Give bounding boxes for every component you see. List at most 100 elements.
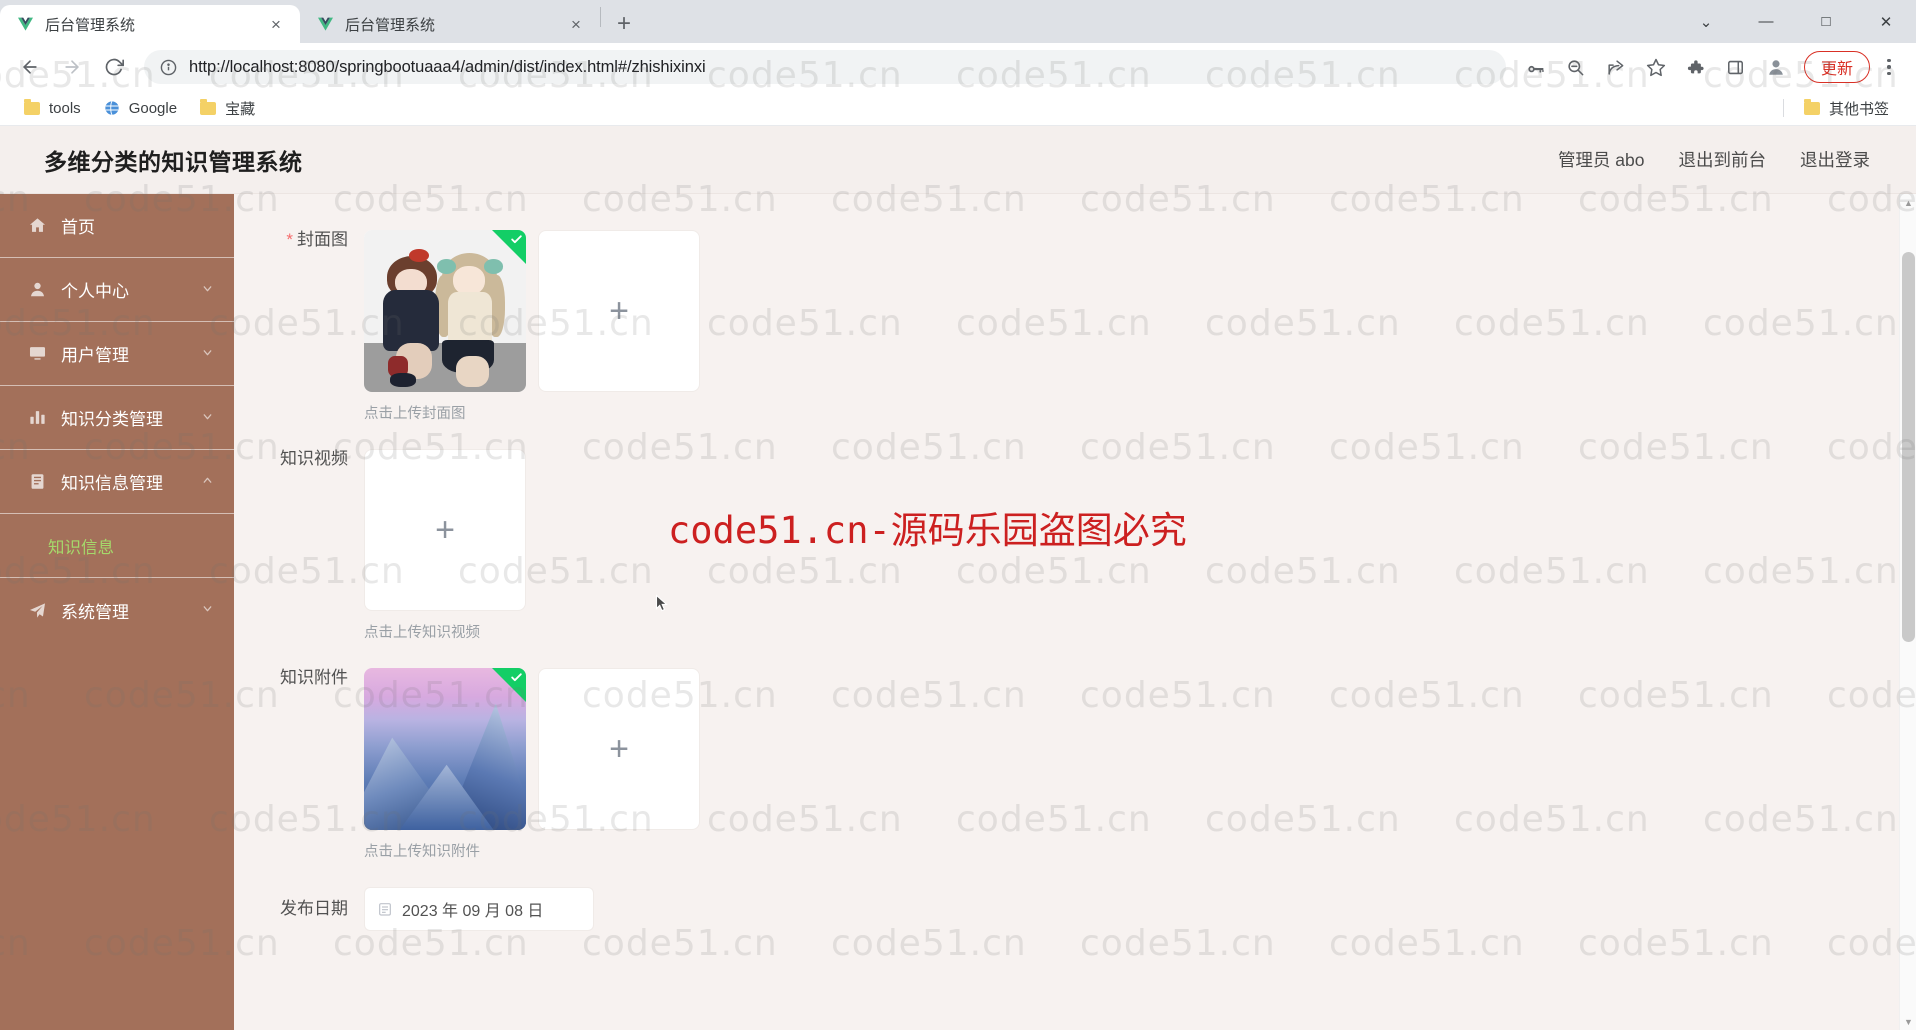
- uploader-knowledge-video: +: [364, 449, 526, 611]
- required-asterisk: *: [286, 230, 293, 249]
- tab-close-button[interactable]: ×: [264, 12, 288, 36]
- window-restore-chevron[interactable]: ⌄: [1676, 0, 1736, 43]
- publish-date-input[interactable]: 2023 年 09 月 08 日: [364, 887, 594, 931]
- sidebar-item-system-management[interactable]: 系统管理: [0, 578, 234, 642]
- add-knowledge-video-button[interactable]: +: [364, 449, 526, 611]
- tab-separator: [600, 7, 601, 27]
- other-bookmarks-button[interactable]: 其他书签: [1794, 95, 1898, 121]
- sidebar-item-knowledge-category-management[interactable]: 知识分类管理: [0, 386, 234, 450]
- side-panel-icon[interactable]: [1717, 49, 1755, 85]
- scroll-up-arrow[interactable]: ▲: [1900, 194, 1916, 211]
- browser-toolbar: http://localhost:8080/springbootuaaa4/ad…: [0, 43, 1916, 91]
- window-maximize-button[interactable]: □: [1796, 0, 1856, 43]
- chevron-down-icon: [201, 344, 214, 364]
- tab-close-button[interactable]: ×: [564, 12, 588, 36]
- vue-logo-icon: [316, 15, 334, 33]
- form-row-knowledge-attachment: 知识附件 +: [234, 668, 1894, 830]
- back-button[interactable]: [12, 49, 48, 85]
- toolbar-icon-group: 更新: [1516, 49, 1904, 85]
- current-user-label: 管理员 abo: [1557, 150, 1645, 170]
- sidebar-item-knowledge-info-management[interactable]: 知识信息管理: [0, 450, 234, 514]
- logout-link[interactable]: 退出登录: [1800, 147, 1870, 172]
- app-header-links: 管理员 abo 退出到前台 退出登录: [1558, 147, 1892, 172]
- screenshot-root: 后台管理系统 × 后台管理系统 × + ⌄ — □ ✕ http://local…: [0, 0, 1916, 1030]
- update-button[interactable]: 更新: [1803, 51, 1870, 83]
- browser-tab-strip: 后台管理系统 × 后台管理系统 × + ⌄ — □ ✕: [0, 0, 1916, 43]
- form-label-text: 知识视频: [280, 449, 348, 468]
- uploader-knowledge-attachment: +: [364, 668, 700, 830]
- sidebar-item-label: 知识信息管理: [61, 474, 163, 493]
- content-scrollbar[interactable]: ▲ ▼: [1899, 194, 1916, 1030]
- chevron-down-icon: [201, 600, 214, 620]
- bookmark-google[interactable]: Google: [94, 95, 186, 121]
- form-label-knowledge-attachment: 知识附件: [234, 668, 364, 688]
- back-to-frontend-link[interactable]: 退出到前台: [1679, 147, 1767, 172]
- chevron-up-icon: [201, 472, 214, 492]
- chevron-down-icon: [201, 408, 214, 428]
- share-icon[interactable]: [1597, 49, 1635, 85]
- new-tab-button[interactable]: +: [607, 7, 641, 41]
- uploaded-thumbnail[interactable]: [364, 668, 526, 830]
- other-bookmarks-group: 其他书签: [1773, 95, 1902, 121]
- monitor-icon: [26, 343, 48, 365]
- folder-icon: [199, 98, 217, 117]
- other-bookmarks-label: 其他书签: [1828, 100, 1889, 118]
- sidebar-item-label: 首页: [61, 218, 95, 237]
- window-close-button[interactable]: ✕: [1856, 0, 1916, 43]
- form-label-publish-date: 发布日期: [234, 899, 364, 919]
- knowledge-info-form: * 封面图 + 点击上传封面图 知识视频 + 点击上传知识视频 知识附件 + 点…: [234, 194, 1894, 931]
- bookmark-star-icon[interactable]: [1637, 49, 1675, 85]
- profile-avatar-icon[interactable]: [1757, 49, 1795, 85]
- browser-tab-1[interactable]: 后台管理系统 ×: [0, 5, 300, 43]
- address-bar[interactable]: http://localhost:8080/springbootuaaa4/ad…: [144, 50, 1506, 84]
- reload-button[interactable]: [96, 49, 132, 85]
- folder-icon: [23, 98, 41, 117]
- scrollbar-thumb[interactable]: [1902, 252, 1915, 642]
- tab-title: 后台管理系统: [45, 16, 136, 34]
- bookmarks-bar: tools Google 宝藏 其他书签: [0, 91, 1916, 126]
- key-icon[interactable]: [1517, 49, 1555, 85]
- window-minimize-button[interactable]: —: [1736, 0, 1796, 43]
- home-icon: [26, 215, 48, 237]
- sidebar-item-label: 用户管理: [61, 346, 129, 365]
- bar-chart-icon: [26, 407, 48, 429]
- sidebar-nav: 首页 个人中心 用户管理 知识分类管理 知识信息管理 知识信息 系统管理: [0, 194, 234, 1030]
- sidebar-item-label: 知识分类管理: [61, 410, 163, 429]
- window-controls: ⌄ — □ ✕: [1676, 0, 1916, 43]
- calendar-icon: [377, 901, 393, 917]
- add-cover-image-button[interactable]: +: [538, 230, 700, 392]
- user-icon: [26, 279, 48, 301]
- app-header: 多维分类的知识管理系统 管理员 abo 退出到前台 退出登录: [0, 126, 1916, 194]
- bookmark-label: tools: [49, 99, 81, 117]
- bookmark-baozang[interactable]: 宝藏: [190, 95, 264, 121]
- bookmark-tools[interactable]: tools: [14, 95, 90, 121]
- sidebar-item-personal-center[interactable]: 个人中心: [0, 258, 234, 322]
- watermark-red-text: code51.cn-源码乐园盗图必究: [668, 509, 1187, 552]
- web-app: 多维分类的知识管理系统 管理员 abo 退出到前台 退出登录 首页 个人中心 用…: [0, 126, 1916, 1030]
- globe-icon: [103, 99, 121, 117]
- folder-icon: [1803, 98, 1821, 117]
- scroll-down-arrow[interactable]: ▼: [1900, 1013, 1916, 1030]
- form-label-knowledge-video: 知识视频: [234, 449, 364, 469]
- extensions-puzzle-icon[interactable]: [1677, 49, 1715, 85]
- browser-tab-2[interactable]: 后台管理系统 ×: [300, 5, 600, 43]
- form-label-text: 知识附件: [280, 668, 348, 687]
- browser-menu-icon[interactable]: [1874, 49, 1904, 85]
- form-label-cover-image: * 封面图: [234, 230, 364, 250]
- chevron-down-icon: [201, 280, 214, 300]
- publish-date-value: 2023 年 09 月 08 日: [402, 903, 544, 920]
- sidebar-subitem-knowledge-info[interactable]: 知识信息: [0, 514, 234, 578]
- add-knowledge-attachment-button[interactable]: +: [538, 668, 700, 830]
- forward-button[interactable]: [54, 49, 90, 85]
- hint-knowledge-attachment: 点击上传知识附件: [364, 844, 480, 860]
- check-icon: [510, 671, 523, 686]
- uploaded-thumbnail[interactable]: [364, 230, 526, 392]
- sidebar-item-home[interactable]: 首页: [0, 194, 234, 258]
- info-circle-icon[interactable]: [158, 57, 178, 77]
- sidebar-item-user-management[interactable]: 用户管理: [0, 322, 234, 386]
- tab-title: 后台管理系统: [345, 16, 436, 34]
- zoom-out-icon[interactable]: [1557, 49, 1595, 85]
- bookmark-label: 宝藏: [225, 100, 256, 118]
- address-bar-url: http://localhost:8080/springbootuaaa4/ad…: [189, 57, 706, 76]
- sidebar-item-label: 系统管理: [61, 602, 129, 622]
